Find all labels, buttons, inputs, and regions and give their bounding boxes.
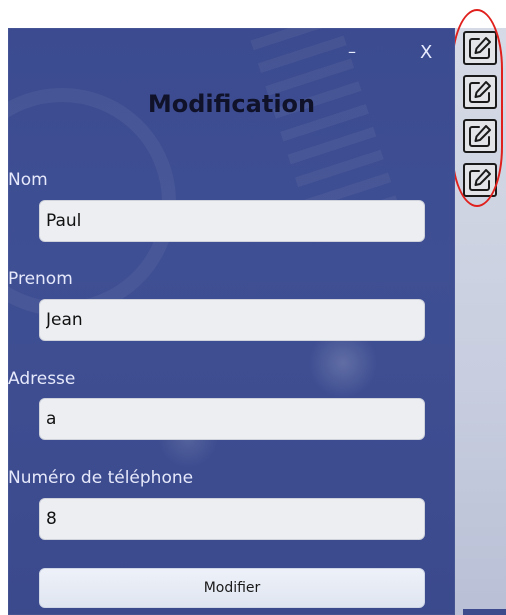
edit-button-2[interactable] (463, 75, 497, 109)
close-button[interactable]: X (420, 42, 432, 63)
nom-label: Nom (8, 170, 48, 190)
modifier-button[interactable]: Modifier (39, 568, 425, 608)
minimize-button[interactable]: – (348, 42, 356, 61)
edit-button-3[interactable] (463, 119, 497, 153)
prenom-input[interactable] (39, 299, 425, 341)
adresse-label: Adresse (8, 369, 76, 389)
side-list-bottom-bar (463, 609, 506, 615)
side-list-panel (455, 28, 506, 615)
edit-button-4[interactable] (463, 163, 497, 197)
nom-input[interactable] (39, 200, 425, 242)
modification-dialog: – X Modification Nom Prenom Adresse Numé… (8, 28, 455, 615)
telephone-input[interactable] (39, 498, 425, 540)
telephone-label: Numéro de téléphone (8, 468, 194, 488)
dialog-title: Modification (147, 90, 316, 118)
edit-icon (469, 37, 491, 59)
edit-icon (469, 169, 491, 191)
adresse-input[interactable] (39, 398, 425, 440)
edit-icon (469, 125, 491, 147)
edit-icon (469, 81, 491, 103)
prenom-label: Prenom (8, 269, 73, 289)
edit-button-1[interactable] (463, 31, 497, 65)
